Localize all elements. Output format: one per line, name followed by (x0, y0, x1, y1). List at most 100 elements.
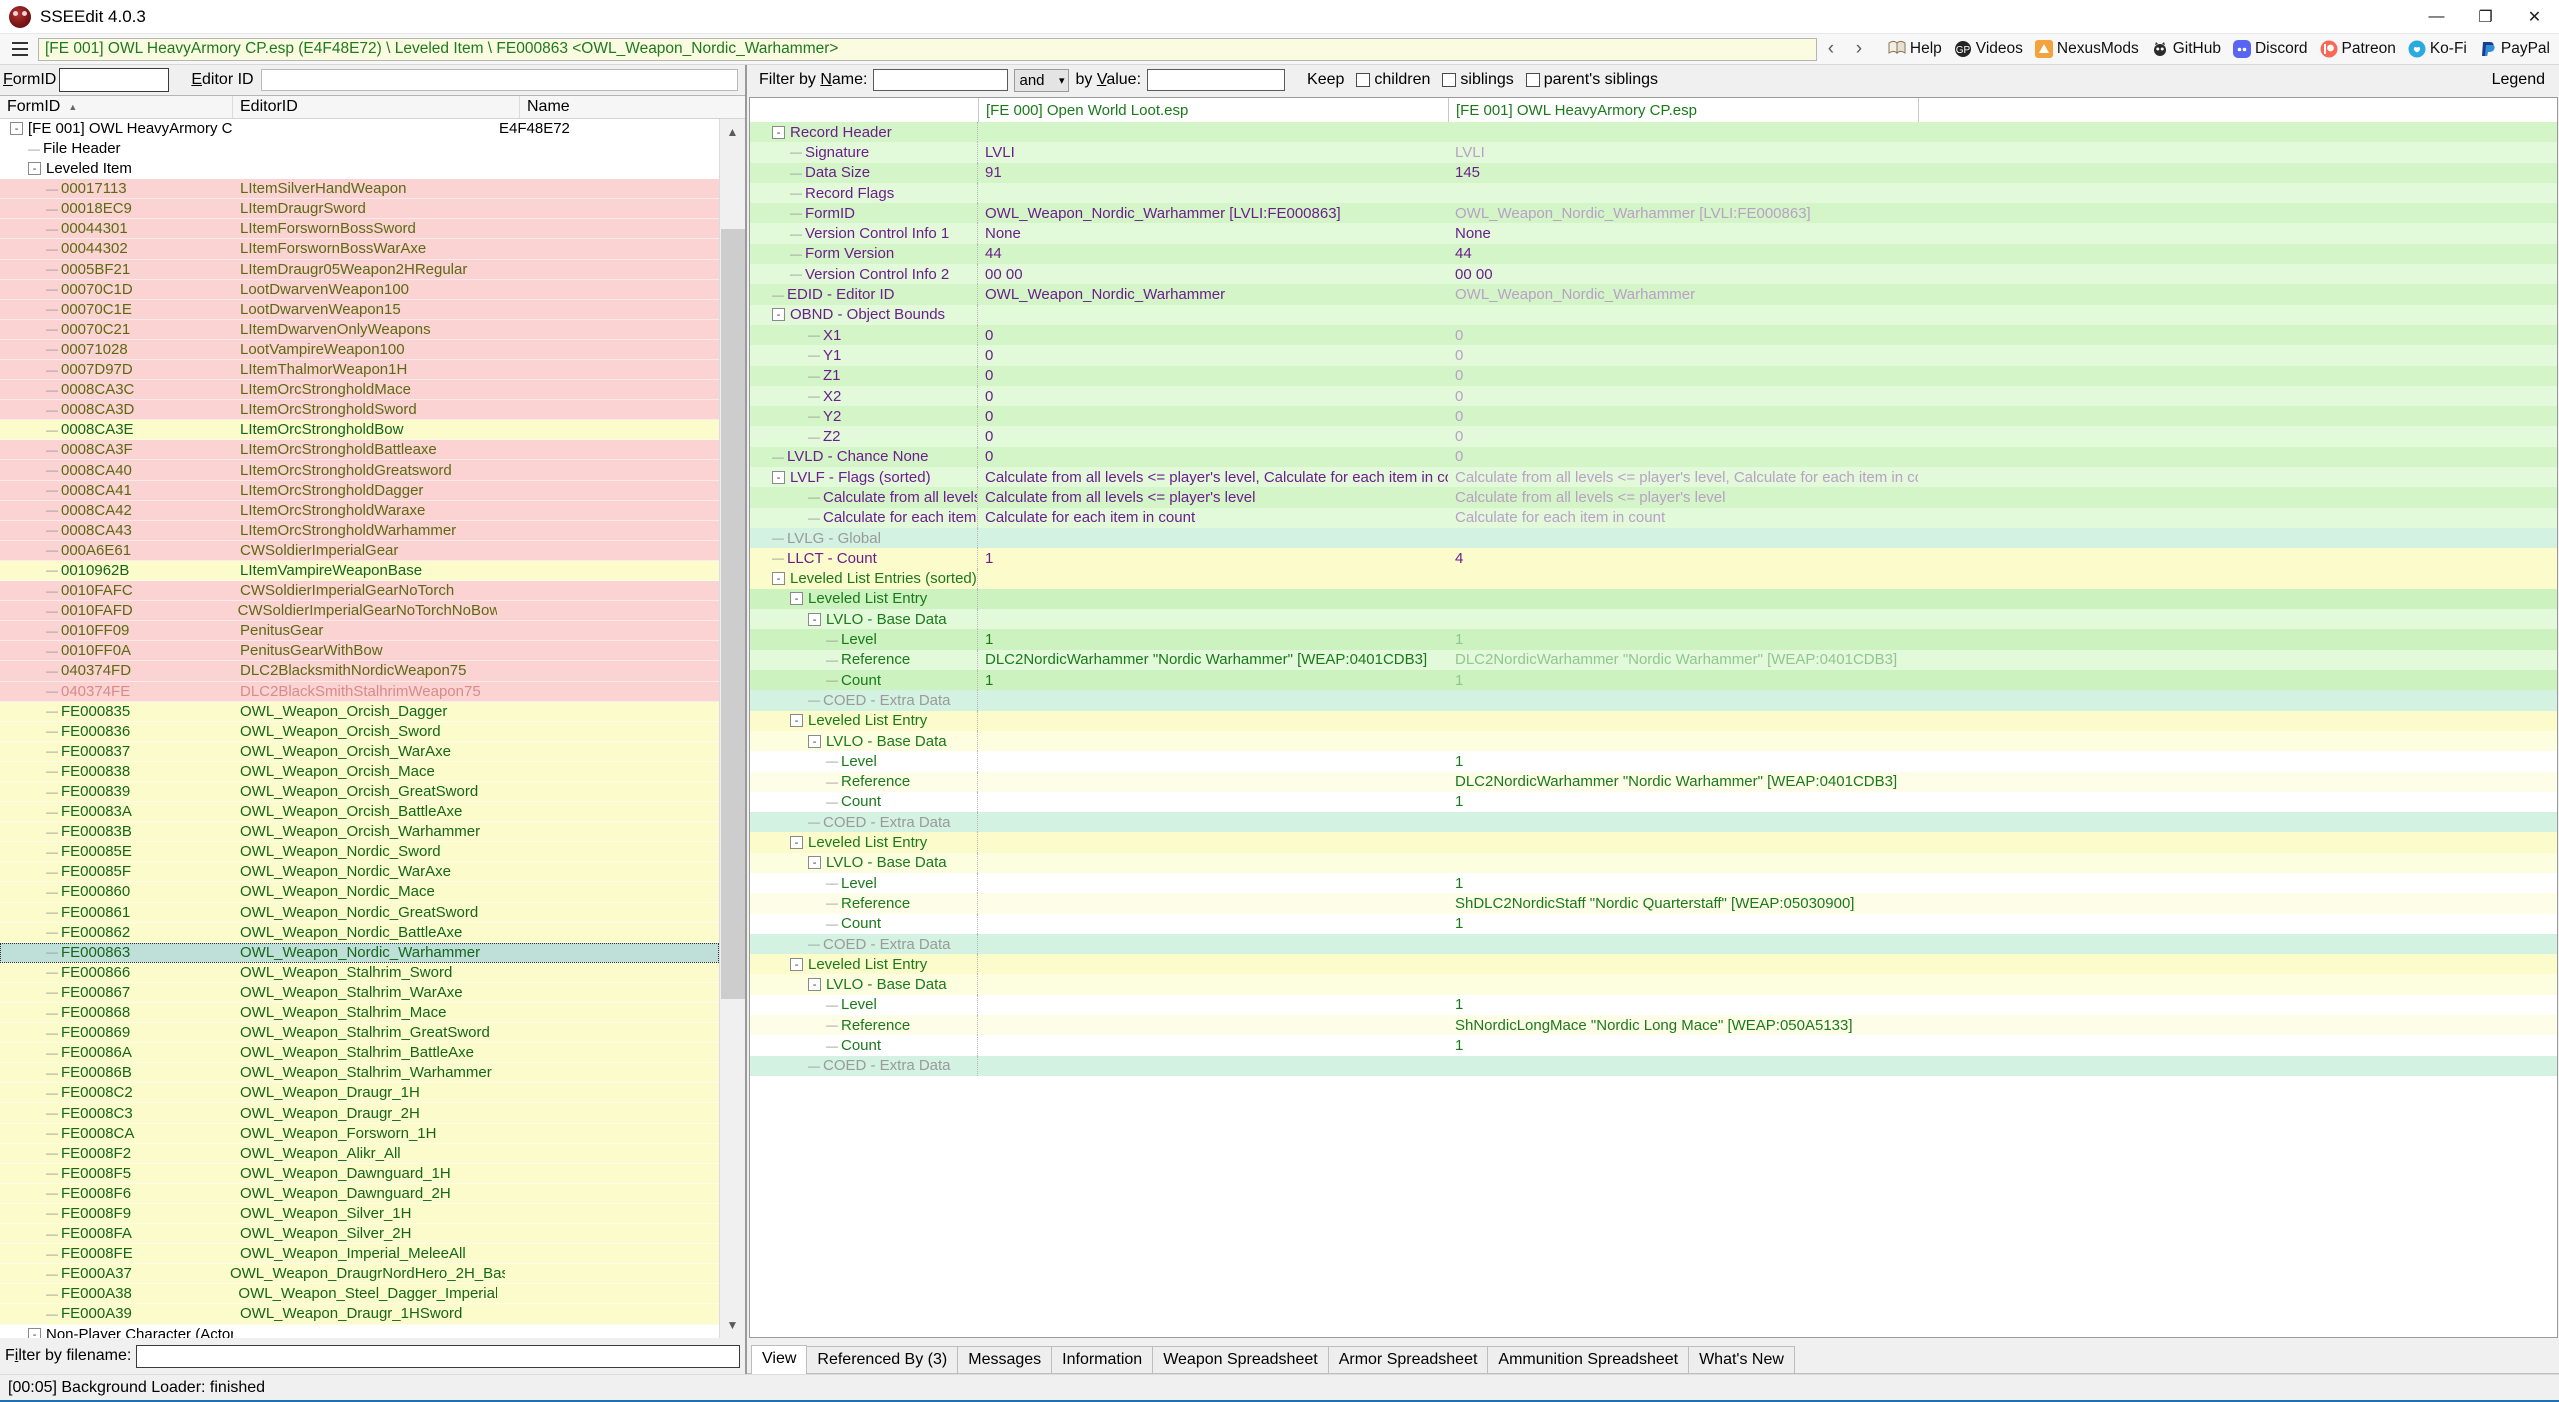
record-cell-plugin-2[interactable]: 145 (1448, 163, 1918, 183)
table-row[interactable]: —00018EC9 LItemDraugrSword (0, 199, 719, 220)
table-row[interactable]: — FE000868 OWL_Weapon_Stalhrim_Mace (0, 1003, 719, 1024)
table-row[interactable]: — FE000A39 OWL_Weapon_Draugr_1HSword (0, 1304, 719, 1325)
record-view-header-empty[interactable] (1918, 98, 2557, 122)
table-row[interactable]: —0010FF09 PenitusGear (0, 621, 719, 642)
table-row[interactable]: —0008CA43 LItemOrcStrongholdWarhammer (0, 520, 719, 541)
record-cell-plugin-1[interactable] (978, 792, 1448, 812)
record-cell-plugin-2[interactable]: 0 (1448, 325, 1918, 345)
maximize-button[interactable]: ❐ (2461, 0, 2510, 34)
record-row[interactable]: — Reference DLC2NordicWarhammer "Nordic Wa… (750, 771, 2557, 792)
table-row[interactable]: —00044301 LItemForswornBossSword (0, 219, 719, 240)
record-row[interactable]: — Z1 0 0 (750, 365, 2557, 386)
record-cell-plugin-2[interactable]: None (1448, 223, 1918, 243)
link-videos[interactable]: GP Videos (1949, 39, 2028, 59)
record-row[interactable]: — X2 0 0 (750, 385, 2557, 407)
record-row[interactable]: — Count 1 (750, 1035, 2557, 1056)
table-row[interactable]: —0010FF0A PenitusGearWithBow (0, 641, 719, 662)
record-row[interactable]: — Level 1 (750, 872, 2557, 894)
record-cell-plugin-2[interactable] (1448, 305, 1918, 325)
record-row[interactable]: - LVLO - Base Data (750, 852, 2557, 873)
menu-icon[interactable] (7, 38, 33, 60)
scrollbar-thumb[interactable] (721, 228, 745, 999)
column-header-editorid[interactable]: EditorID (233, 96, 520, 118)
record-row[interactable]: - Leveled List Entries (sorted) (750, 568, 2557, 589)
record-row[interactable]: — FormID OWL_Weapon_Nordic_Warhammer [LVLI… (750, 203, 2557, 224)
record-row[interactable]: —Calculate for each item in co...Calcula… (750, 507, 2557, 528)
record-cell-plugin-2[interactable] (1448, 122, 1918, 142)
table-row[interactable]: —0010FAFD CWSoldierImperialGearNoTorchNoB… (0, 601, 719, 622)
record-cell-plugin-2[interactable] (1448, 183, 1918, 203)
table-row[interactable]: — FE000867 OWL_Weapon_Stalhrim_WarAxe (0, 982, 719, 1003)
record-cell-plugin-2[interactable] (1448, 589, 1918, 609)
record-row[interactable]: — Version Control Info 1 None None (750, 223, 2557, 244)
record-cell-plugin-2[interactable]: 1 (1448, 670, 1918, 690)
record-row[interactable]: — Count 1 1 (750, 670, 2557, 691)
record-expander-icon[interactable]: - (790, 714, 803, 728)
tab-referenced-by-3[interactable]: Referenced By (3) (806, 1346, 959, 1374)
table-row[interactable]: — FE0008FA OWL_Weapon_Silver_2H (0, 1224, 719, 1245)
record-row[interactable]: - Record Header (750, 122, 2557, 143)
record-cell-plugin-1[interactable] (978, 569, 1448, 589)
record-cell-plugin-1[interactable]: 0 (978, 366, 1448, 386)
record-cell-plugin-1[interactable]: 0 (978, 426, 1448, 446)
record-cell-plugin-1[interactable] (978, 1056, 1448, 1076)
record-cell-plugin-1[interactable]: 1 (978, 629, 1448, 649)
record-cell-plugin-1[interactable] (978, 183, 1448, 203)
record-cell-plugin-1[interactable]: 0 (978, 345, 1448, 365)
record-row[interactable]: — Level 1 (750, 994, 2557, 1016)
table-row[interactable]: —0008CA41 LItemOrcStrongholdDagger (0, 480, 719, 501)
record-row[interactable]: — LVLD - Chance None 0 0 (750, 446, 2557, 468)
table-row[interactable]: —0010962B LItemVampireWeaponBase (0, 560, 719, 582)
record-view-header-plugin-2[interactable]: [FE 001] OWL HeavyArmory CP.esp (1448, 98, 1918, 122)
table-row[interactable]: — FE000A37 OWL_Weapon_DraugrNordHero_2H_Ba… (0, 1264, 719, 1285)
record-row[interactable]: — Reference DLC2NordicWarhammer "Nordic Wa… (750, 649, 2557, 671)
record-cell-plugin-2[interactable]: 1 (1448, 914, 1918, 934)
record-cell-plugin-1[interactable]: None (978, 223, 1448, 243)
tab-armor-spreadsheet[interactable]: Armor Spreadsheet (1327, 1346, 1489, 1374)
tab-messages[interactable]: Messages (957, 1346, 1053, 1374)
record-row[interactable]: - LVLO - Base Data (750, 974, 2557, 995)
record-row[interactable]: — Y1 0 0 (750, 345, 2557, 366)
record-cell-plugin-2[interactable] (1448, 711, 1918, 731)
record-cell-plugin-2[interactable]: 00 00 (1448, 264, 1918, 284)
record-expander-icon[interactable]: - (790, 836, 803, 850)
record-row[interactable]: — Signature LVLI LVLI (750, 142, 2557, 163)
record-expander-icon[interactable]: - (772, 470, 785, 484)
table-row[interactable]: — FE00083B OWL_Weapon_Orcish_Warhammer (0, 822, 719, 843)
record-cell-plugin-1[interactable] (978, 751, 1448, 771)
table-row[interactable]: —0008CA3E LItemOrcStrongholdBow (0, 420, 719, 441)
table-row[interactable]: —00070C1D LootDwarvenWeapon100 (0, 279, 719, 300)
record-cell-plugin-1[interactable]: Calculate for each item in count (978, 508, 1448, 528)
record-row[interactable]: — COED - Extra Data (750, 933, 2557, 955)
record-cell-plugin-1[interactable]: DLC2NordicWarhammer "Nordic Warhammer" [… (978, 650, 1448, 670)
record-cell-plugin-2[interactable]: 0 (1448, 345, 1918, 365)
table-row[interactable]: —0010FAFC CWSoldierImperialGearNoTorch (0, 581, 719, 602)
table-row[interactable]: — File Header (0, 138, 719, 160)
table-row[interactable]: -[FE 001] OWL HeavyArmory CP.esp E4F48E72 (0, 118, 719, 139)
record-cell-plugin-2[interactable] (1448, 569, 1918, 589)
record-cell-plugin-2[interactable]: 1 (1448, 792, 1918, 812)
record-cell-plugin-2[interactable]: 44 (1448, 244, 1918, 264)
record-row[interactable]: — COED - Extra Data (750, 812, 2557, 833)
record-cell-plugin-2[interactable]: 1 (1448, 873, 1918, 893)
record-row[interactable]: - Leveled List Entry (750, 832, 2557, 853)
legend-label[interactable]: Legend (2492, 71, 2545, 89)
record-cell-plugin-2[interactable]: 0 (1448, 447, 1918, 467)
record-cell-plugin-2[interactable]: 1 (1448, 1035, 1918, 1055)
table-row[interactable]: — FE000839 OWL_Weapon_Orcish_GreatSword (0, 781, 719, 803)
record-row[interactable]: — Y2 0 0 (750, 406, 2557, 427)
record-cell-plugin-1[interactable] (978, 122, 1448, 142)
table-row[interactable]: —00071028 LootVampireWeapon100 (0, 339, 719, 360)
record-cell-plugin-1[interactable]: 1 (978, 670, 1448, 690)
record-cell-plugin-1[interactable] (978, 1035, 1448, 1055)
record-cell-plugin-2[interactable]: 0 (1448, 366, 1918, 386)
record-cell-plugin-2[interactable] (1448, 974, 1918, 994)
table-row[interactable]: — FE000860 OWL_Weapon_Nordic_Mace (0, 882, 719, 903)
record-row[interactable]: - Leveled List Entry (750, 588, 2557, 610)
record-cell-plugin-2[interactable] (1448, 1056, 1918, 1076)
record-cell-plugin-1[interactable]: 1 (978, 548, 1448, 568)
table-row[interactable]: — FE00086B OWL_Weapon_Stalhrim_Warhammer (0, 1063, 719, 1084)
forward-arrow-icon[interactable]: › (1845, 36, 1873, 62)
record-cell-plugin-1[interactable]: 0 (978, 447, 1448, 467)
formid-input[interactable] (59, 68, 170, 92)
